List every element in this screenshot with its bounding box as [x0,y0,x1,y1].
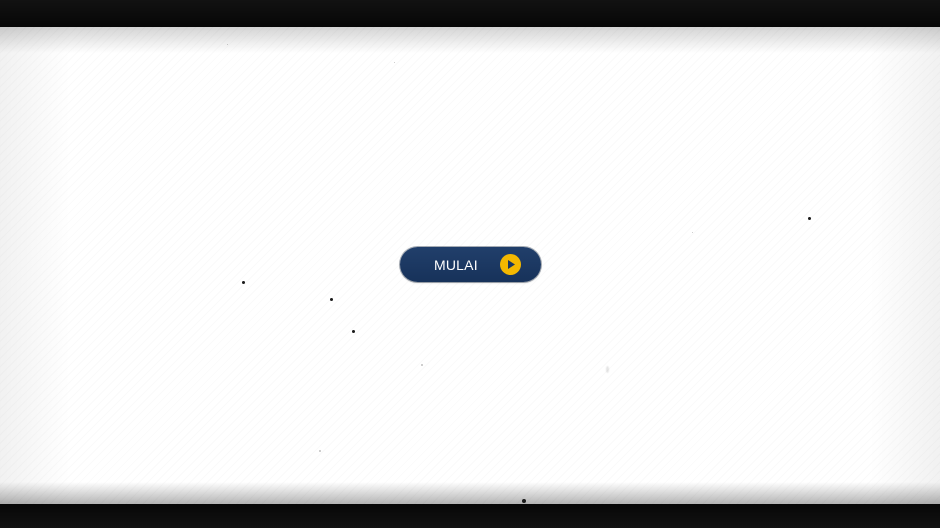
dust-speck [330,298,333,301]
dust-speck [808,217,811,220]
dust-speck [421,364,423,366]
dust-speck [352,330,355,333]
start-button-label: MULAI [434,256,478,273]
start-button[interactable]: MULAI [400,247,541,282]
play-circle-icon [500,254,521,275]
letterbox-top [0,0,940,27]
dust-speck [227,44,228,45]
dust-speck [242,281,245,284]
dust-speck [394,62,395,63]
dust-speck [522,499,526,503]
start-screen-canvas: MULAI [0,27,940,504]
app-screen: MULAI [0,0,940,528]
dust-speck [319,450,321,452]
dust-speck [606,366,609,373]
dust-speck [692,232,693,233]
letterbox-bottom [0,504,940,528]
